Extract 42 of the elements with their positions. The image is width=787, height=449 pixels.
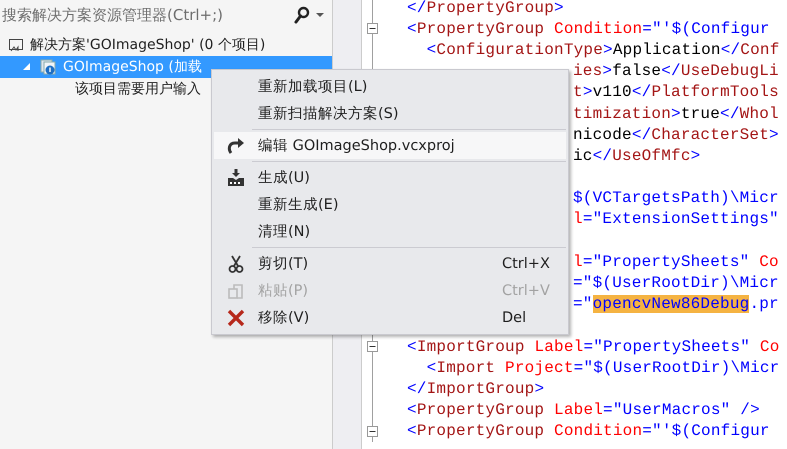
code-line: <ImportGroup Label="PropertySheets" Co bbox=[407, 338, 780, 356]
project-icon bbox=[40, 58, 57, 76]
code-line: <PropertyGroup Condition="'$(Configur bbox=[407, 20, 770, 38]
code-line: <PropertyGroup Label="UserMacros" /> bbox=[407, 401, 760, 420]
menu-item[interactable]: 重新扫描解决方案(S) bbox=[214, 100, 566, 127]
menu-item[interactable]: 重新生成(E) bbox=[214, 191, 566, 218]
collapse-icon[interactable] bbox=[367, 341, 378, 352]
caret-icon[interactable] bbox=[316, 12, 324, 18]
menu-item[interactable]: 移除(V) Del bbox=[214, 304, 566, 331]
search-icon[interactable] bbox=[294, 6, 310, 24]
code-line: timization>true</Whol bbox=[573, 104, 779, 123]
menu-item[interactable]: 编辑 GOImageShop.vcxproj bbox=[214, 132, 566, 159]
code-line: ="$(UserRootDir)\Micr bbox=[573, 274, 779, 292]
code-line: </PropertyGroup> bbox=[407, 0, 564, 17]
menu-item[interactable]: 生成(U) bbox=[214, 164, 566, 191]
code-line: l="PropertySheets" Co bbox=[573, 252, 779, 271]
code-line: $(VCTargetsPath)\Micr bbox=[573, 189, 779, 208]
search-field[interactable]: 搜索解决方案资源管理器(Ctrl+;) bbox=[0, 3, 288, 27]
tree-item-label: 解决方案'GOImageShop' (0 个项目) bbox=[30, 36, 266, 54]
scissors-icon bbox=[228, 254, 244, 272]
build-icon bbox=[227, 168, 245, 186]
collapse-icon[interactable] bbox=[367, 426, 378, 437]
code-line: t>v110</PlatformTools bbox=[573, 83, 779, 102]
tree-item[interactable]: 解决方案'GOImageShop' (0 个项目) bbox=[0, 34, 332, 56]
expand-arrow-icon[interactable] bbox=[22, 62, 32, 72]
code-line: <Import Project="$(UserRootDir)\Micr bbox=[426, 358, 780, 377]
code-line: l="ExtensionSettings" bbox=[573, 210, 779, 228]
redo-arrow-icon bbox=[227, 138, 245, 154]
code-line: ies>false</UseDebugLi bbox=[573, 62, 779, 80]
code-line: ic</UseOfMfc> bbox=[573, 146, 700, 165]
remove-icon bbox=[227, 308, 245, 326]
code-line: <PropertyGroup Condition="'$(Configur bbox=[407, 422, 770, 440]
menu-item[interactable]: 清理(N) bbox=[214, 218, 566, 245]
code-line: <ConfigurationType>Application</Conf bbox=[426, 40, 780, 59]
clipboard-icon bbox=[228, 282, 244, 300]
tree-item-label: GOImageShop (加载 bbox=[63, 58, 202, 76]
collapse-icon[interactable] bbox=[367, 23, 378, 34]
code-line: nicode</CharacterSet> bbox=[573, 126, 779, 144]
code-line: ="opencvNew86Debug.pr bbox=[573, 295, 779, 314]
solution-icon bbox=[8, 37, 24, 53]
code-line: </ImportGroup> bbox=[407, 380, 544, 398]
menu-item[interactable]: 剪切(T) Ctrl+X bbox=[214, 250, 566, 277]
